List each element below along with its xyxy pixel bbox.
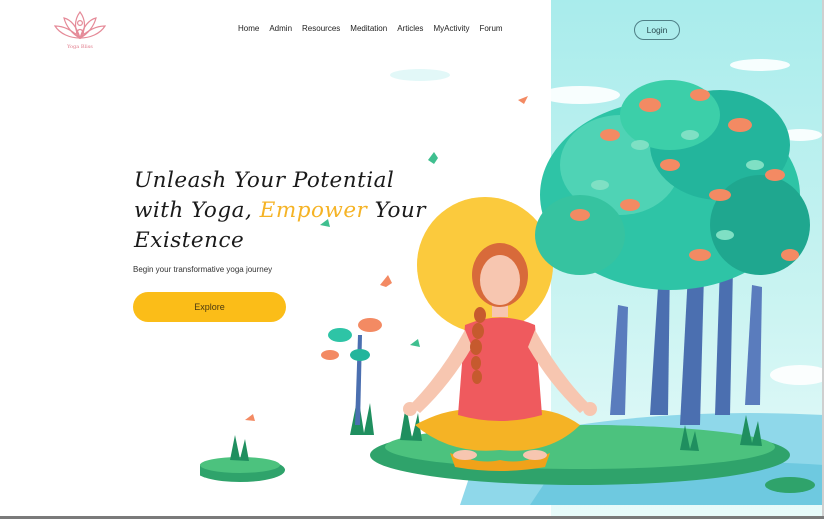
nav-home[interactable]: Home xyxy=(238,24,259,33)
nav-myactivity[interactable]: MyActivity xyxy=(433,24,469,33)
logo-text: Yoga Bliss xyxy=(67,44,93,50)
hero-subtitle: Begin your transformative yoga journey xyxy=(133,265,273,274)
hero-title-line1: Unleash Your Potential xyxy=(134,168,395,193)
hero-title-line2-prefix: with Yoga, xyxy=(134,198,260,223)
hero-title: Unleash Your Potential with Yoga, Empowe… xyxy=(134,166,454,256)
hero-title-accent: Empower xyxy=(259,198,368,223)
nav-admin[interactable]: Admin xyxy=(269,24,292,33)
nav-meditation[interactable]: Meditation xyxy=(350,24,387,33)
hero-title-line2: with Yoga, Empower Your xyxy=(134,196,454,226)
hero-title-line2-suffix: Your xyxy=(367,198,427,223)
hero-title-line3: Existence xyxy=(134,228,245,253)
nav-forum[interactable]: Forum xyxy=(479,24,502,33)
page: Yoga Bliss Home Admin Resources Meditati… xyxy=(0,0,824,519)
nav-articles[interactable]: Articles xyxy=(397,24,423,33)
explore-button[interactable]: Explore xyxy=(133,292,286,322)
login-button[interactable]: Login xyxy=(634,20,680,40)
nav-resources[interactable]: Resources xyxy=(302,24,340,33)
main-nav: Home Admin Resources Meditation Articles… xyxy=(238,24,513,33)
yoga-hero-illustration xyxy=(200,59,824,505)
